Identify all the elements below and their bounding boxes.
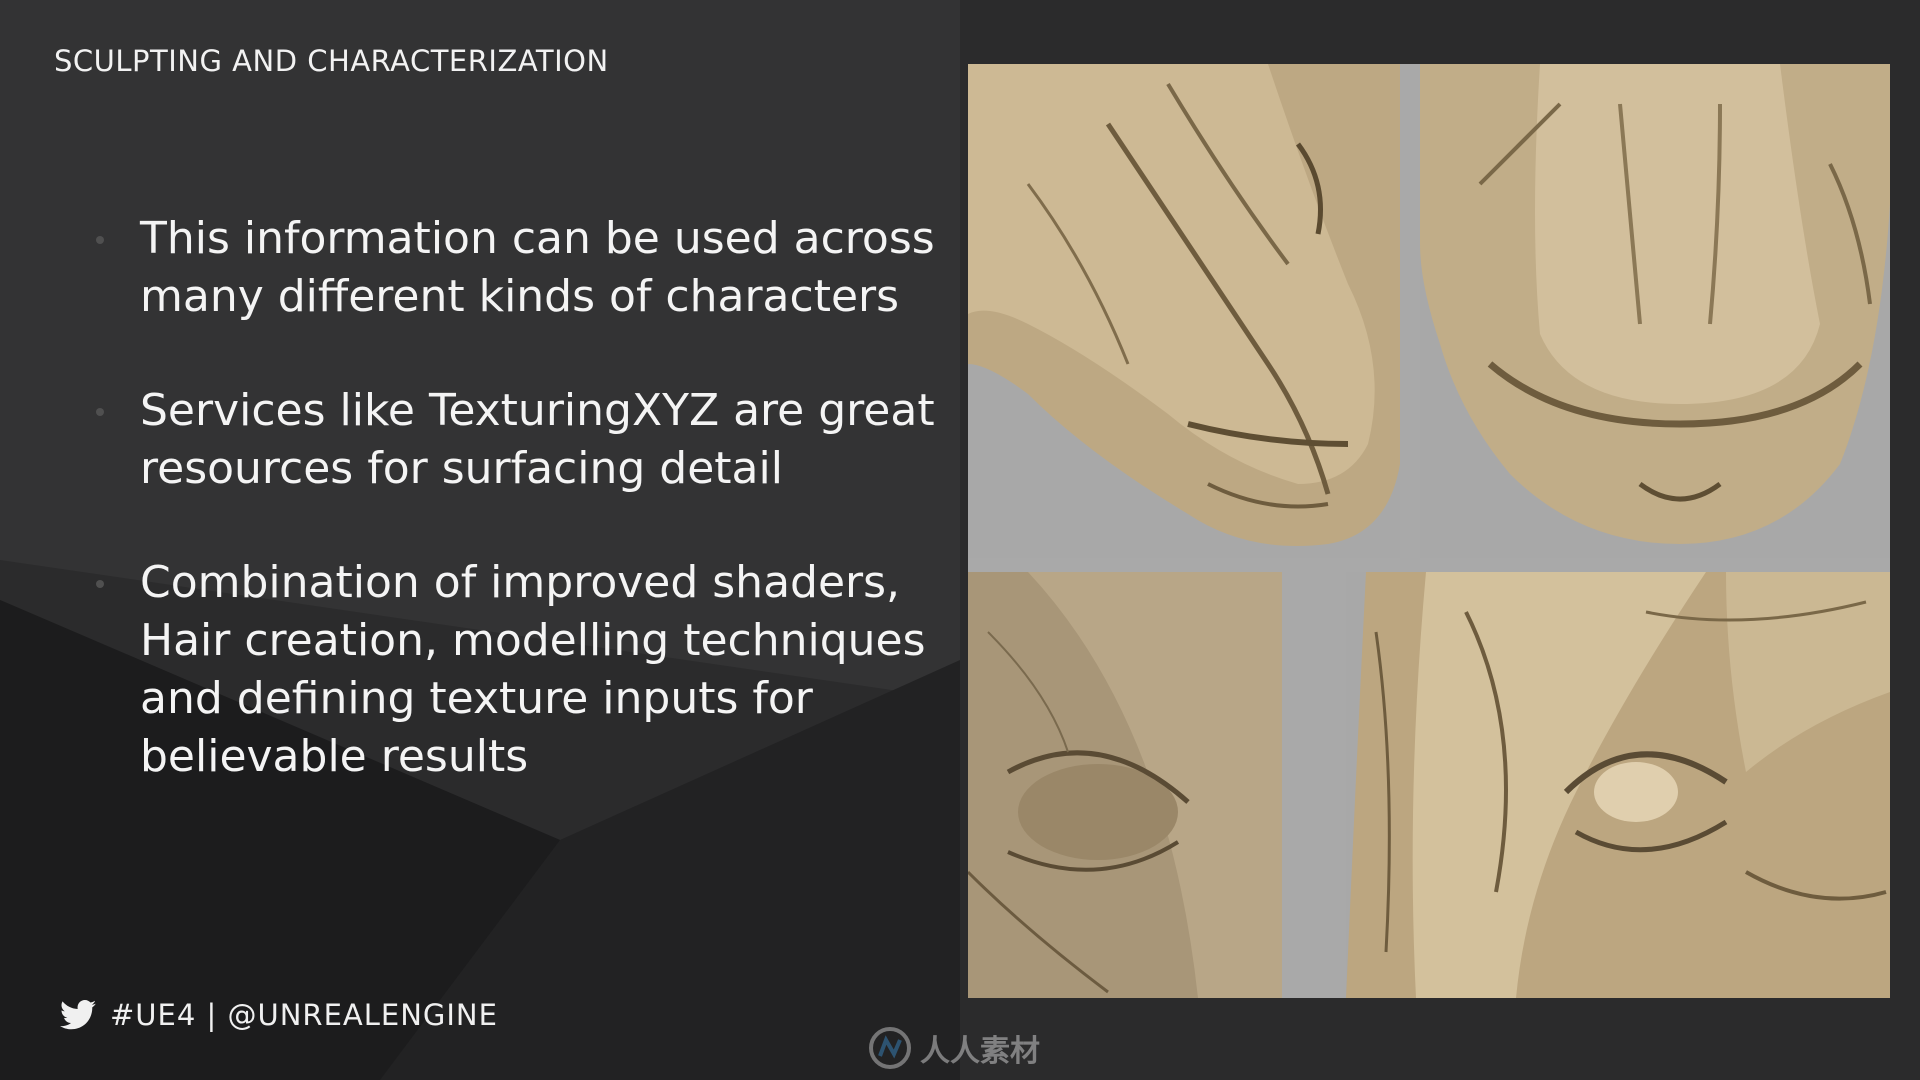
twitter-bird-icon[interactable] [60, 1000, 96, 1030]
watermark-text: 人人素材 [920, 1034, 1040, 1069]
slide-title: SCULPTING AND CHARACTERIZATION [54, 44, 609, 78]
watermark: 人人素材 [868, 1026, 1040, 1070]
footer-handle: #UE4 | @UNREALENGINE [110, 998, 498, 1032]
bullet-dot-icon [96, 408, 104, 416]
sculpt-image-collage [968, 64, 1890, 998]
sculpt-mouth-front-image [1420, 64, 1890, 558]
sculpt-eye-closeup-image [968, 572, 1282, 998]
bullet-text: This information can be used across many… [140, 213, 935, 322]
bullet-item: This information can be used across many… [90, 210, 960, 326]
bullet-dot-icon [96, 236, 104, 244]
bullet-dot-icon [96, 580, 104, 588]
sculpt-face-eye-image [1346, 572, 1890, 998]
bullet-item: Services like TexturingXYZ are great res… [90, 382, 960, 498]
bullet-list: This information can be used across many… [90, 210, 960, 842]
sculpt-mouth-side-image [968, 64, 1400, 558]
footer: #UE4 | @UNREALENGINE [60, 998, 498, 1032]
bullet-text: Combination of improved shaders, Hair cr… [140, 557, 926, 782]
bullet-text: Services like TexturingXYZ are great res… [140, 385, 935, 494]
bullet-item: Combination of improved shaders, Hair cr… [90, 554, 960, 786]
slide: SCULPTING AND CHARACTERIZATION This info… [0, 0, 1920, 1080]
watermark-logo-icon [868, 1026, 912, 1070]
